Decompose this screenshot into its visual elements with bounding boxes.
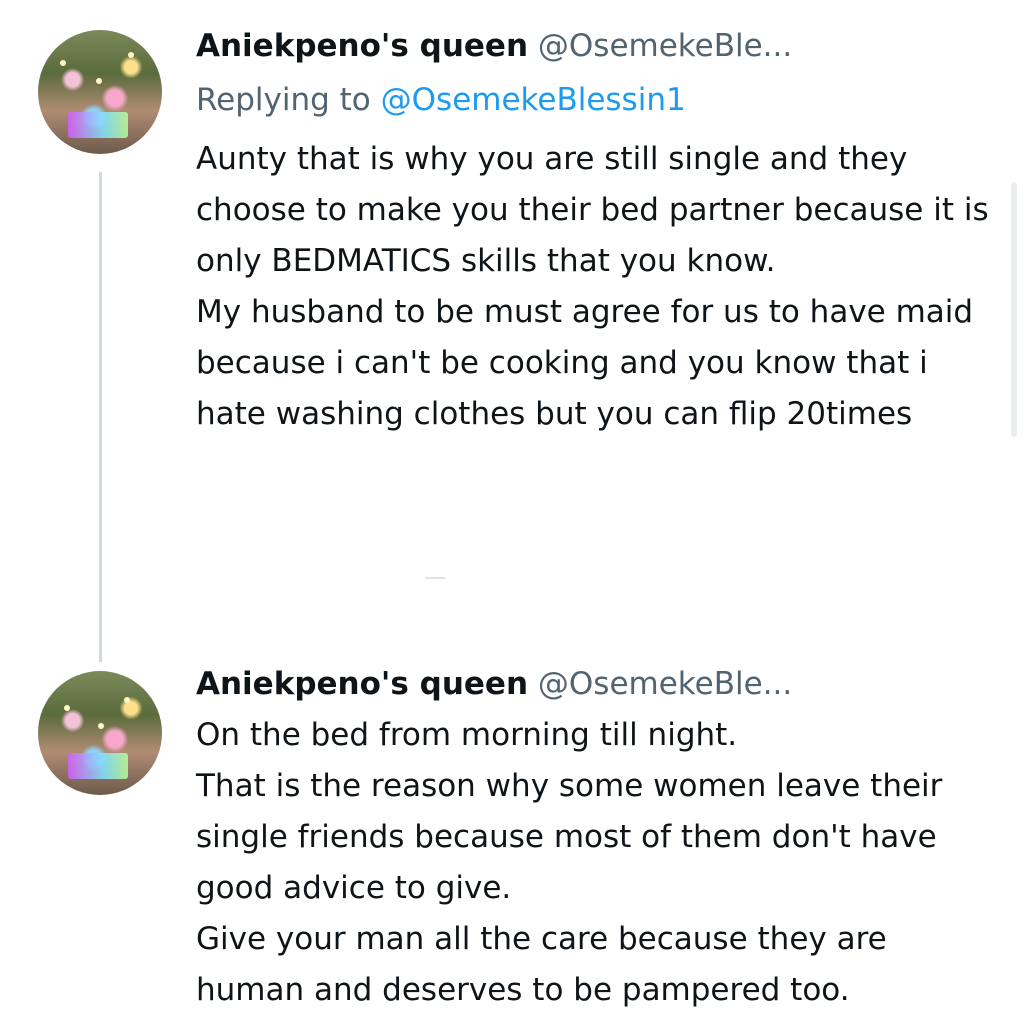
tweet-header: Aniekpeno's queen @OsemekeBle... <box>196 664 792 704</box>
tweet-paragraph: My husband to be must agree for us to ha… <box>196 294 974 432</box>
avatar-sparkle <box>96 78 102 84</box>
avatar-glow <box>68 112 128 138</box>
tweet-header: Aniekpeno's queen @OsemekeBle... <box>196 26 792 66</box>
user-handle[interactable]: @OsemekeBle... <box>538 28 792 64</box>
avatar[interactable] <box>38 30 162 154</box>
avatar[interactable] <box>38 671 162 795</box>
avatar-sparkle <box>124 697 130 703</box>
mention-link[interactable]: @OsemekeBlessin1 <box>381 82 686 118</box>
divider-mark <box>425 577 445 579</box>
tweet-paragraph: That is the reason why some women leave … <box>196 768 943 906</box>
tweet-text: Aunty that is why you are still single a… <box>196 134 996 440</box>
replying-to: Replying to @OsemekeBlessin1 <box>196 80 686 120</box>
avatar-glow <box>68 753 128 779</box>
tweet-paragraph: On the bed from morning till night. <box>196 717 738 753</box>
display-name[interactable]: Aniekpeno's queen <box>196 28 528 64</box>
avatar-sparkle <box>128 52 134 58</box>
replying-label: Replying to <box>196 82 371 118</box>
user-handle[interactable]: @OsemekeBle... <box>538 666 792 702</box>
avatar-sparkle <box>60 60 66 66</box>
scrollbar[interactable] <box>1011 182 1017 437</box>
thread-connector-line <box>99 172 102 662</box>
tweet-paragraph: Give your man all the care because they … <box>196 921 887 1008</box>
display-name[interactable]: Aniekpeno's queen <box>196 666 528 702</box>
tweet-paragraph: Aunty that is why you are still single a… <box>196 141 989 279</box>
tweet-text: On the bed from morning till night. That… <box>196 710 996 1016</box>
avatar-sparkle <box>98 723 104 729</box>
avatar-sparkle <box>64 705 70 711</box>
